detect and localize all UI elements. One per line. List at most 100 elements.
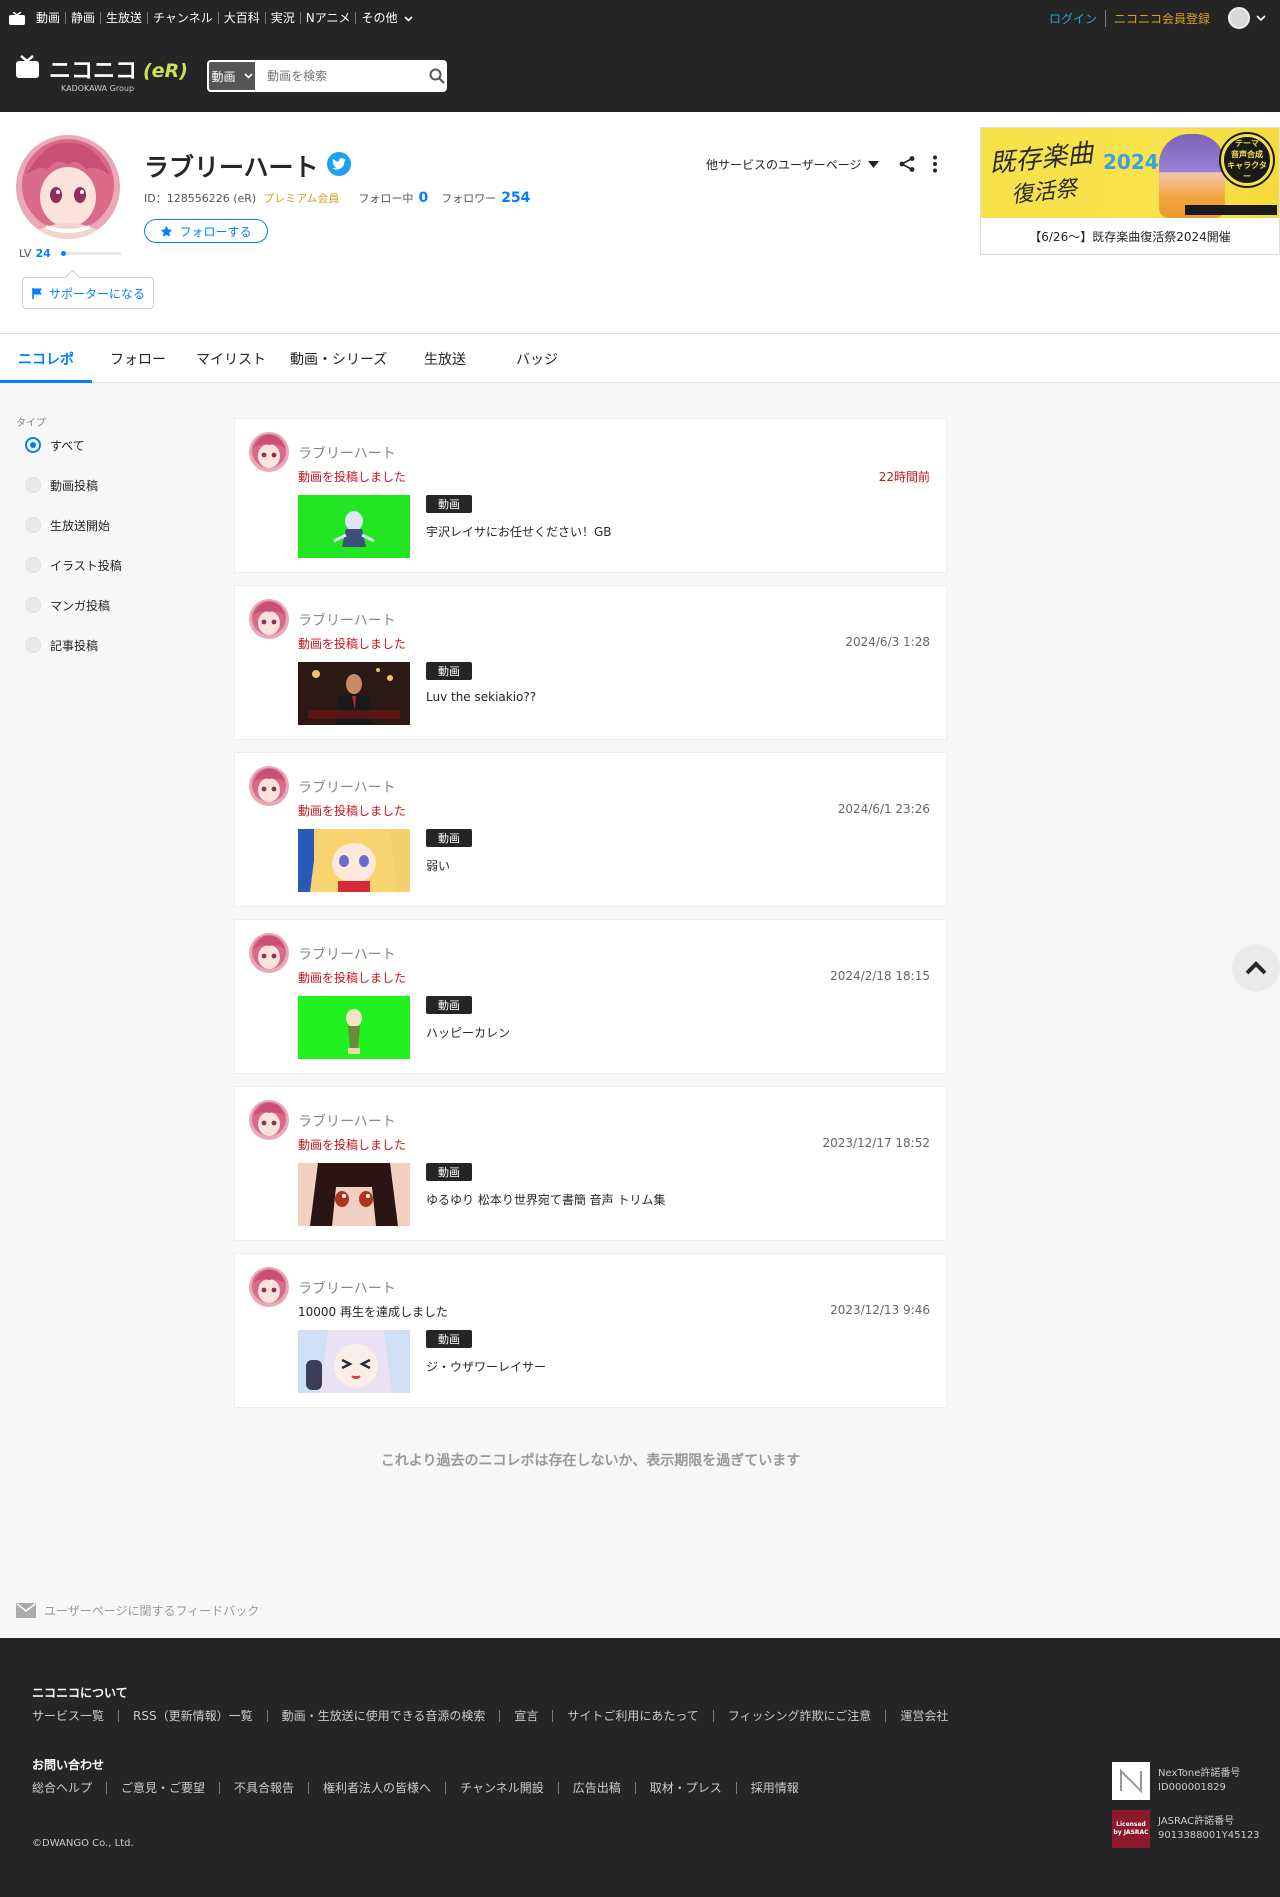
register-link[interactable]: ニコニコ会員登録 xyxy=(1106,10,1210,27)
nav-link-more[interactable]: その他 xyxy=(355,12,418,24)
radio[interactable] xyxy=(25,637,41,653)
feed-user-name[interactable]: ラブリーハート xyxy=(298,777,396,797)
tab-video-series[interactable]: 動画・シリーズ xyxy=(290,334,387,383)
avatar[interactable] xyxy=(249,1100,289,1140)
nav-link-dic[interactable]: 大百科 xyxy=(217,12,265,24)
scroll-to-top-button[interactable] xyxy=(1232,944,1280,992)
video-thumbnail[interactable] xyxy=(298,829,410,892)
video-title[interactable]: ゆるゆり 松本り世界宛て書簡 音声 トリム集 xyxy=(426,1191,665,1208)
nav-link-nanime[interactable]: Nアニメ xyxy=(299,12,356,24)
radio[interactable] xyxy=(25,477,41,493)
feed-action: 10000 再生を達成しました xyxy=(298,1305,448,1319)
avatar[interactable] xyxy=(249,1267,289,1307)
filter-option-all[interactable]: すべて xyxy=(25,425,122,465)
footer-link[interactable]: 動画・生放送に使用できる音源の検索 xyxy=(266,1710,500,1722)
footer-link[interactable]: 権利者法人の皆様へ xyxy=(308,1782,445,1794)
nav-link-jikkyo[interactable]: 実況 xyxy=(264,12,300,24)
type-filter: タイプ すべて 動画投稿 生放送開始 イラスト投稿 マンガ投稿 記事投稿 xyxy=(16,414,122,665)
footer-link[interactable]: 取材・プレス xyxy=(634,1782,736,1794)
feed-user-name[interactable]: ラブリーハート xyxy=(298,610,396,630)
feed-user-name[interactable]: ラブリーハート xyxy=(298,944,396,964)
search-input[interactable] xyxy=(257,61,428,91)
become-supporter-button[interactable]: サポーターになる xyxy=(22,277,154,309)
filter-option-illust[interactable]: イラスト投稿 xyxy=(25,545,122,585)
footer-link[interactable]: 広告出稿 xyxy=(557,1782,635,1794)
nav-link-video[interactable]: 動画 xyxy=(31,12,65,24)
video-thumbnail[interactable] xyxy=(298,996,410,1059)
share-icon[interactable] xyxy=(898,155,916,173)
event-banner[interactable]: 既存楽曲 復活祭 2024 テーマ 音声合成 キャラクター 【6/26〜】既存楽… xyxy=(980,127,1280,255)
following-count[interactable]: 0 xyxy=(418,190,428,206)
video-title[interactable]: ハッピーカレン xyxy=(426,1024,510,1041)
video-thumbnail[interactable] xyxy=(298,495,410,558)
avatar[interactable] xyxy=(249,432,289,472)
avatar[interactable] xyxy=(249,933,289,973)
video-thumbnail[interactable] xyxy=(298,1163,410,1226)
filter-option-article[interactable]: 記事投稿 xyxy=(25,625,122,665)
follow-button[interactable]: フォローする xyxy=(144,219,268,243)
banner-caption[interactable]: 【6/26〜】既存楽曲復活祭2024開催 xyxy=(981,218,1279,254)
nav-link-seiga[interactable]: 静画 xyxy=(65,12,100,24)
badge-line-2: 音声合成 xyxy=(1231,150,1263,159)
search-icon xyxy=(429,68,445,84)
tab-nicorepo[interactable]: ニコレポ xyxy=(18,334,74,383)
tab-mylist[interactable]: マイリスト xyxy=(196,334,266,383)
other-services-label: 他サービスのユーザーページ xyxy=(706,158,862,172)
footer-link[interactable]: サービス一覧 xyxy=(32,1710,118,1722)
feed-user-name[interactable]: ラブリーハート xyxy=(298,1278,396,1298)
footer-link[interactable]: チャンネル開設 xyxy=(445,1782,558,1794)
twitter-icon[interactable] xyxy=(327,152,351,176)
filter-option-live[interactable]: 生放送開始 xyxy=(25,505,122,545)
feed-user-name[interactable]: ラブリーハート xyxy=(298,1111,396,1131)
chevron-down-icon[interactable] xyxy=(1256,14,1266,22)
radio-selected[interactable] xyxy=(25,437,41,453)
brand-er: (eR) xyxy=(143,60,188,82)
footer-link[interactable]: 総合ヘルプ xyxy=(32,1782,106,1794)
other-services-dropdown[interactable]: 他サービスのユーザーページ xyxy=(706,156,879,173)
avatar[interactable] xyxy=(249,766,289,806)
followers-count[interactable]: 254 xyxy=(501,190,530,206)
footer-link[interactable]: 運営会社 xyxy=(885,1710,962,1722)
filter-option-video[interactable]: 動画投稿 xyxy=(25,465,122,505)
feed-action: 動画を投稿しました xyxy=(298,470,407,484)
user-menu-avatar[interactable] xyxy=(1228,7,1250,29)
niconico-logo[interactable]: ニコニコ (eR) KADOKAWA Group xyxy=(15,54,195,97)
badge-line-1: テーマ xyxy=(1235,139,1259,148)
feedback-link[interactable]: ユーザーページに関するフィードバック xyxy=(16,1602,259,1619)
niconico-tv-icon[interactable] xyxy=(9,11,25,25)
footer-contact-title: お問い合わせ xyxy=(32,1758,105,1772)
footer-link[interactable]: フィッシング詐欺にご注意 xyxy=(712,1710,886,1722)
tab-follow[interactable]: フォロー xyxy=(110,334,166,383)
login-link[interactable]: ログイン xyxy=(1049,9,1106,27)
radio[interactable] xyxy=(25,517,41,533)
video-title[interactable]: 宇沢レイサにお任せください！GB xyxy=(426,523,612,540)
footer-link[interactable]: サイトご利用にあたって xyxy=(552,1710,712,1722)
nav-link-channel[interactable]: チャンネル xyxy=(147,12,218,24)
tab-live[interactable]: 生放送 xyxy=(424,334,466,383)
radio[interactable] xyxy=(25,597,41,613)
following-label[interactable]: フォロー中 xyxy=(358,190,413,206)
more-vertical-icon[interactable] xyxy=(932,155,938,173)
tab-badge[interactable]: バッジ xyxy=(516,334,558,383)
video-thumbnail[interactable] xyxy=(298,662,410,725)
video-title[interactable]: Luv the sekiakio?? xyxy=(426,690,536,704)
video-title[interactable]: ジ・ウザワーレイサー xyxy=(426,1358,546,1375)
footer-link[interactable]: 不具合報告 xyxy=(219,1782,308,1794)
feed-user-name[interactable]: ラブリーハート xyxy=(298,443,396,463)
content-type-badge: 動画 xyxy=(426,996,472,1014)
radio[interactable] xyxy=(25,557,41,573)
video-thumbnail[interactable] xyxy=(298,1330,410,1393)
footer-link[interactable]: ご意見・ご要望 xyxy=(106,1782,219,1794)
profile-tabs: ニコレポ フォロー マイリスト 動画・シリーズ 生放送 バッジ xyxy=(0,334,1280,383)
avatar[interactable] xyxy=(249,599,289,639)
search-button[interactable] xyxy=(427,61,447,91)
footer-link[interactable]: 採用情報 xyxy=(735,1782,813,1794)
filter-option-manga[interactable]: マンガ投稿 xyxy=(25,585,122,625)
footer-link[interactable]: RSS（更新情報）一覧 xyxy=(118,1710,267,1722)
followers-label[interactable]: フォロワー xyxy=(441,190,496,206)
video-title[interactable]: 弱い xyxy=(426,857,450,874)
feed-action: 動画を投稿しました xyxy=(298,804,407,818)
nav-link-live[interactable]: 生放送 xyxy=(100,12,147,24)
footer-link[interactable]: 宣言 xyxy=(499,1710,552,1722)
search-type-select[interactable]: 動画 xyxy=(207,60,258,92)
